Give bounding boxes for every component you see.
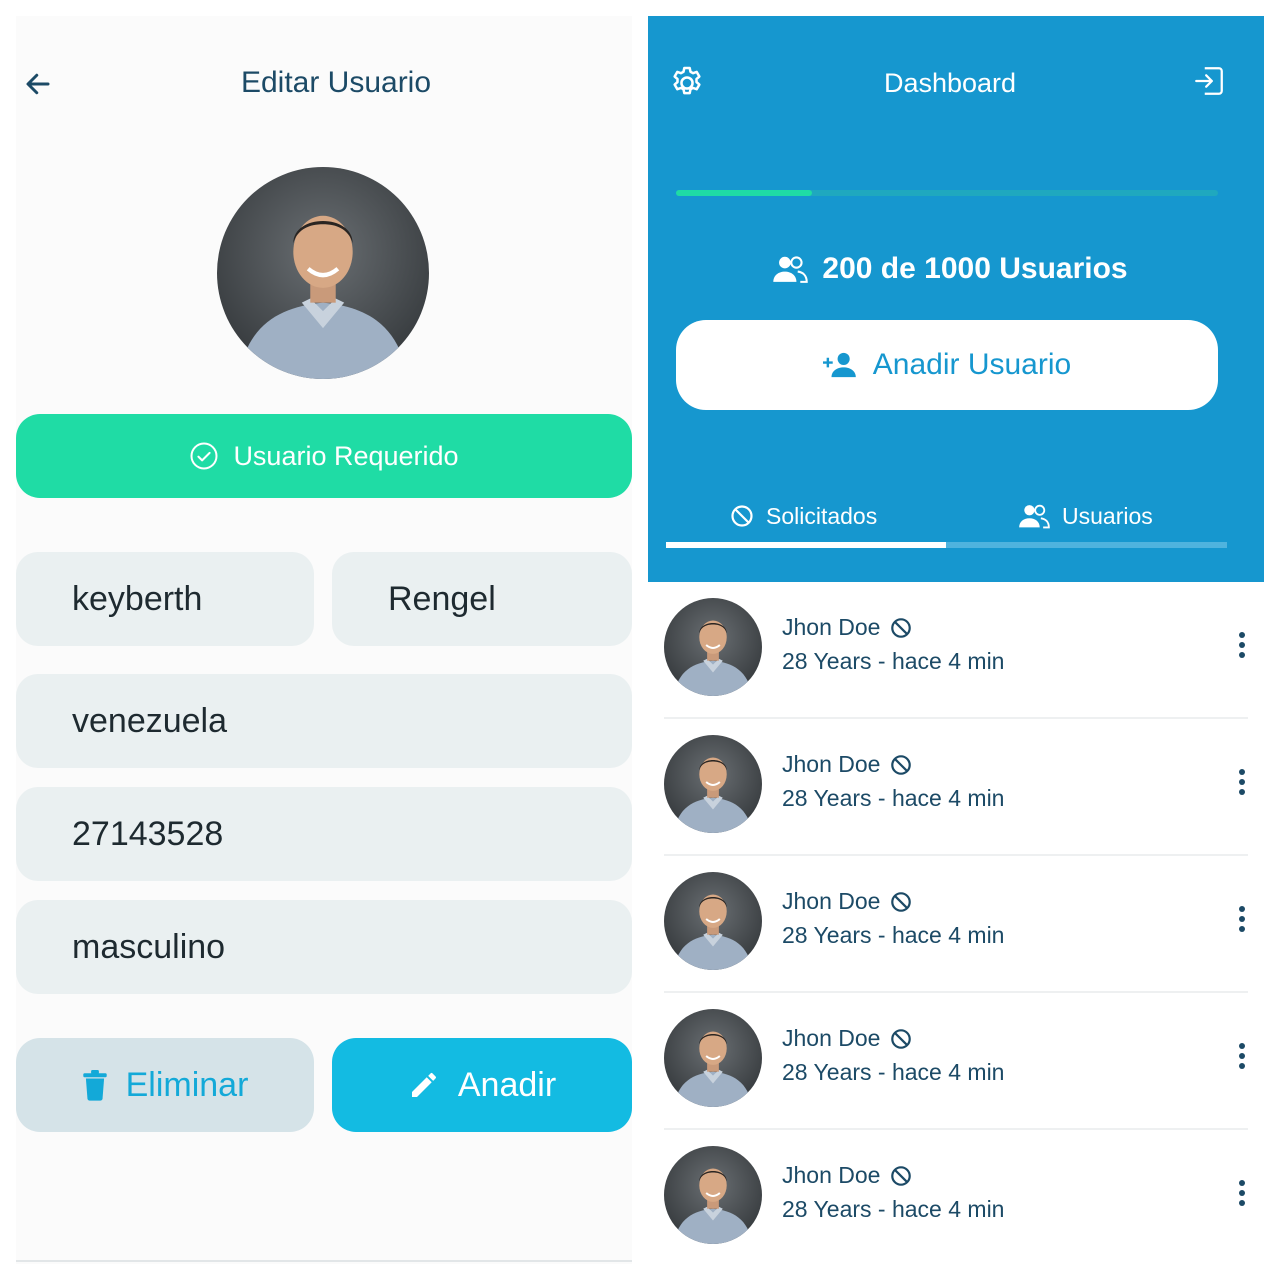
user-count-label: 200 de 1000 Usuarios <box>822 252 1128 285</box>
more-vertical-icon[interactable] <box>1232 765 1252 799</box>
users-icon <box>1019 504 1050 529</box>
composite-screenshot: Editar Usuario Usuario Requerido keybert… <box>0 0 1280 1280</box>
avatar <box>664 735 762 833</box>
delete-label: Eliminar <box>125 1065 249 1104</box>
tab-usuarios-label: Usuarios <box>1062 502 1153 529</box>
country-value: venezuela <box>72 701 228 740</box>
tab-solicitados-label: Solicitados <box>766 502 878 529</box>
block-icon <box>891 1028 912 1049</box>
add-user-label: Anadir Usuario <box>872 348 1072 381</box>
list-item-name: Jhon Doe <box>782 614 881 640</box>
last-name-value: Rengel <box>388 579 496 618</box>
list-item-name-row: Jhon Doe <box>782 888 912 915</box>
list-item[interactable]: Jhon Doe 28 Years - hace 4 min <box>664 993 1248 1130</box>
pencil-icon <box>411 1073 436 1097</box>
id-number-value: 27143528 <box>72 814 224 853</box>
check-circle-icon <box>190 442 218 470</box>
more-vertical-icon[interactable] <box>1232 1176 1252 1210</box>
list-item-name-row: Jhon Doe <box>782 751 912 778</box>
active-tab-indicator <box>666 542 946 548</box>
list-item-name-row: Jhon Doe <box>782 1025 912 1052</box>
country-field[interactable]: venezuela <box>16 674 632 768</box>
list-item-name-row: Jhon Doe <box>782 614 912 641</box>
list-item-name: Jhon Doe <box>782 1162 881 1188</box>
users-icon <box>773 256 809 283</box>
list-item-subtitle: 28 Years - hace 4 min <box>782 922 1005 948</box>
dashboard-title: Dashboard <box>883 68 1017 98</box>
list-item-subtitle: 28 Years - hace 4 min <box>782 785 1005 811</box>
list-item[interactable]: Jhon Doe 28 Years - hace 4 min <box>664 582 1248 719</box>
block-icon <box>891 754 912 775</box>
list-item-subtitle: 28 Years - hace 4 min <box>782 1059 1005 1085</box>
list-item[interactable]: Jhon Doe 28 Years - hace 4 min <box>664 856 1248 993</box>
edit-user-screen: Editar Usuario Usuario Requerido keybert… <box>16 16 632 1264</box>
first-name-value: keyberth <box>72 579 203 618</box>
user-count: 200 de 1000 Usuarios <box>648 252 1252 286</box>
list-item-name: Jhon Doe <box>782 888 881 914</box>
profile-photo[interactable] <box>217 167 429 379</box>
block-icon <box>891 617 912 638</box>
avatar <box>664 872 762 970</box>
user-quota-progress <box>676 190 1218 196</box>
block-icon <box>891 1165 912 1186</box>
id-number-field[interactable]: 27143528 <box>16 787 632 881</box>
add-button[interactable]: Anadir <box>332 1038 632 1132</box>
page-title: Editar Usuario <box>240 66 432 99</box>
dashboard-screen: Dashboard 200 de 1000 Usuarios Anadir Us… <box>648 16 1264 1264</box>
gender-field[interactable]: masculino <box>16 900 632 994</box>
delete-button[interactable]: Eliminar <box>16 1038 314 1132</box>
list-item-name: Jhon Doe <box>782 1025 881 1051</box>
first-name-field[interactable]: keyberth <box>16 552 314 646</box>
more-vertical-icon[interactable] <box>1232 902 1252 936</box>
dashboard-header: Dashboard 200 de 1000 Usuarios Anadir Us… <box>648 16 1264 582</box>
last-name-field[interactable]: Rengel <box>332 552 632 646</box>
list-item-subtitle: 28 Years - hace 4 min <box>782 1196 1005 1222</box>
list-item[interactable]: Jhon Doe 28 Years - hace 4 min <box>664 1130 1248 1264</box>
tab-solicitados[interactable]: Solicitados <box>730 496 877 536</box>
user-required-button[interactable]: Usuario Requerido <box>16 414 632 498</box>
divider <box>16 1260 632 1262</box>
gender-value: masculino <box>72 927 226 966</box>
list-item-name-row: Jhon Doe <box>782 1162 912 1189</box>
more-vertical-icon[interactable] <box>1232 628 1252 662</box>
logout-icon[interactable] <box>1192 64 1226 98</box>
list-item-subtitle: 28 Years - hace 4 min <box>782 648 1005 674</box>
block-icon <box>731 505 753 527</box>
avatar <box>664 1146 762 1244</box>
more-vertical-icon[interactable] <box>1232 1039 1252 1073</box>
add-user-button[interactable]: Anadir Usuario <box>676 320 1218 410</box>
list-item[interactable]: Jhon Doe 28 Years - hace 4 min <box>664 719 1248 856</box>
trash-icon <box>82 1070 107 1101</box>
add-label: Anadir <box>457 1065 557 1104</box>
user-required-label: Usuario Requerido <box>233 440 459 471</box>
avatar <box>664 1009 762 1107</box>
list-item-name: Jhon Doe <box>782 751 881 777</box>
add-user-icon <box>822 352 856 378</box>
avatar <box>664 598 762 696</box>
tab-usuarios[interactable]: Usuarios <box>1018 496 1153 536</box>
progress-fill <box>676 190 812 196</box>
block-icon <box>891 891 912 912</box>
